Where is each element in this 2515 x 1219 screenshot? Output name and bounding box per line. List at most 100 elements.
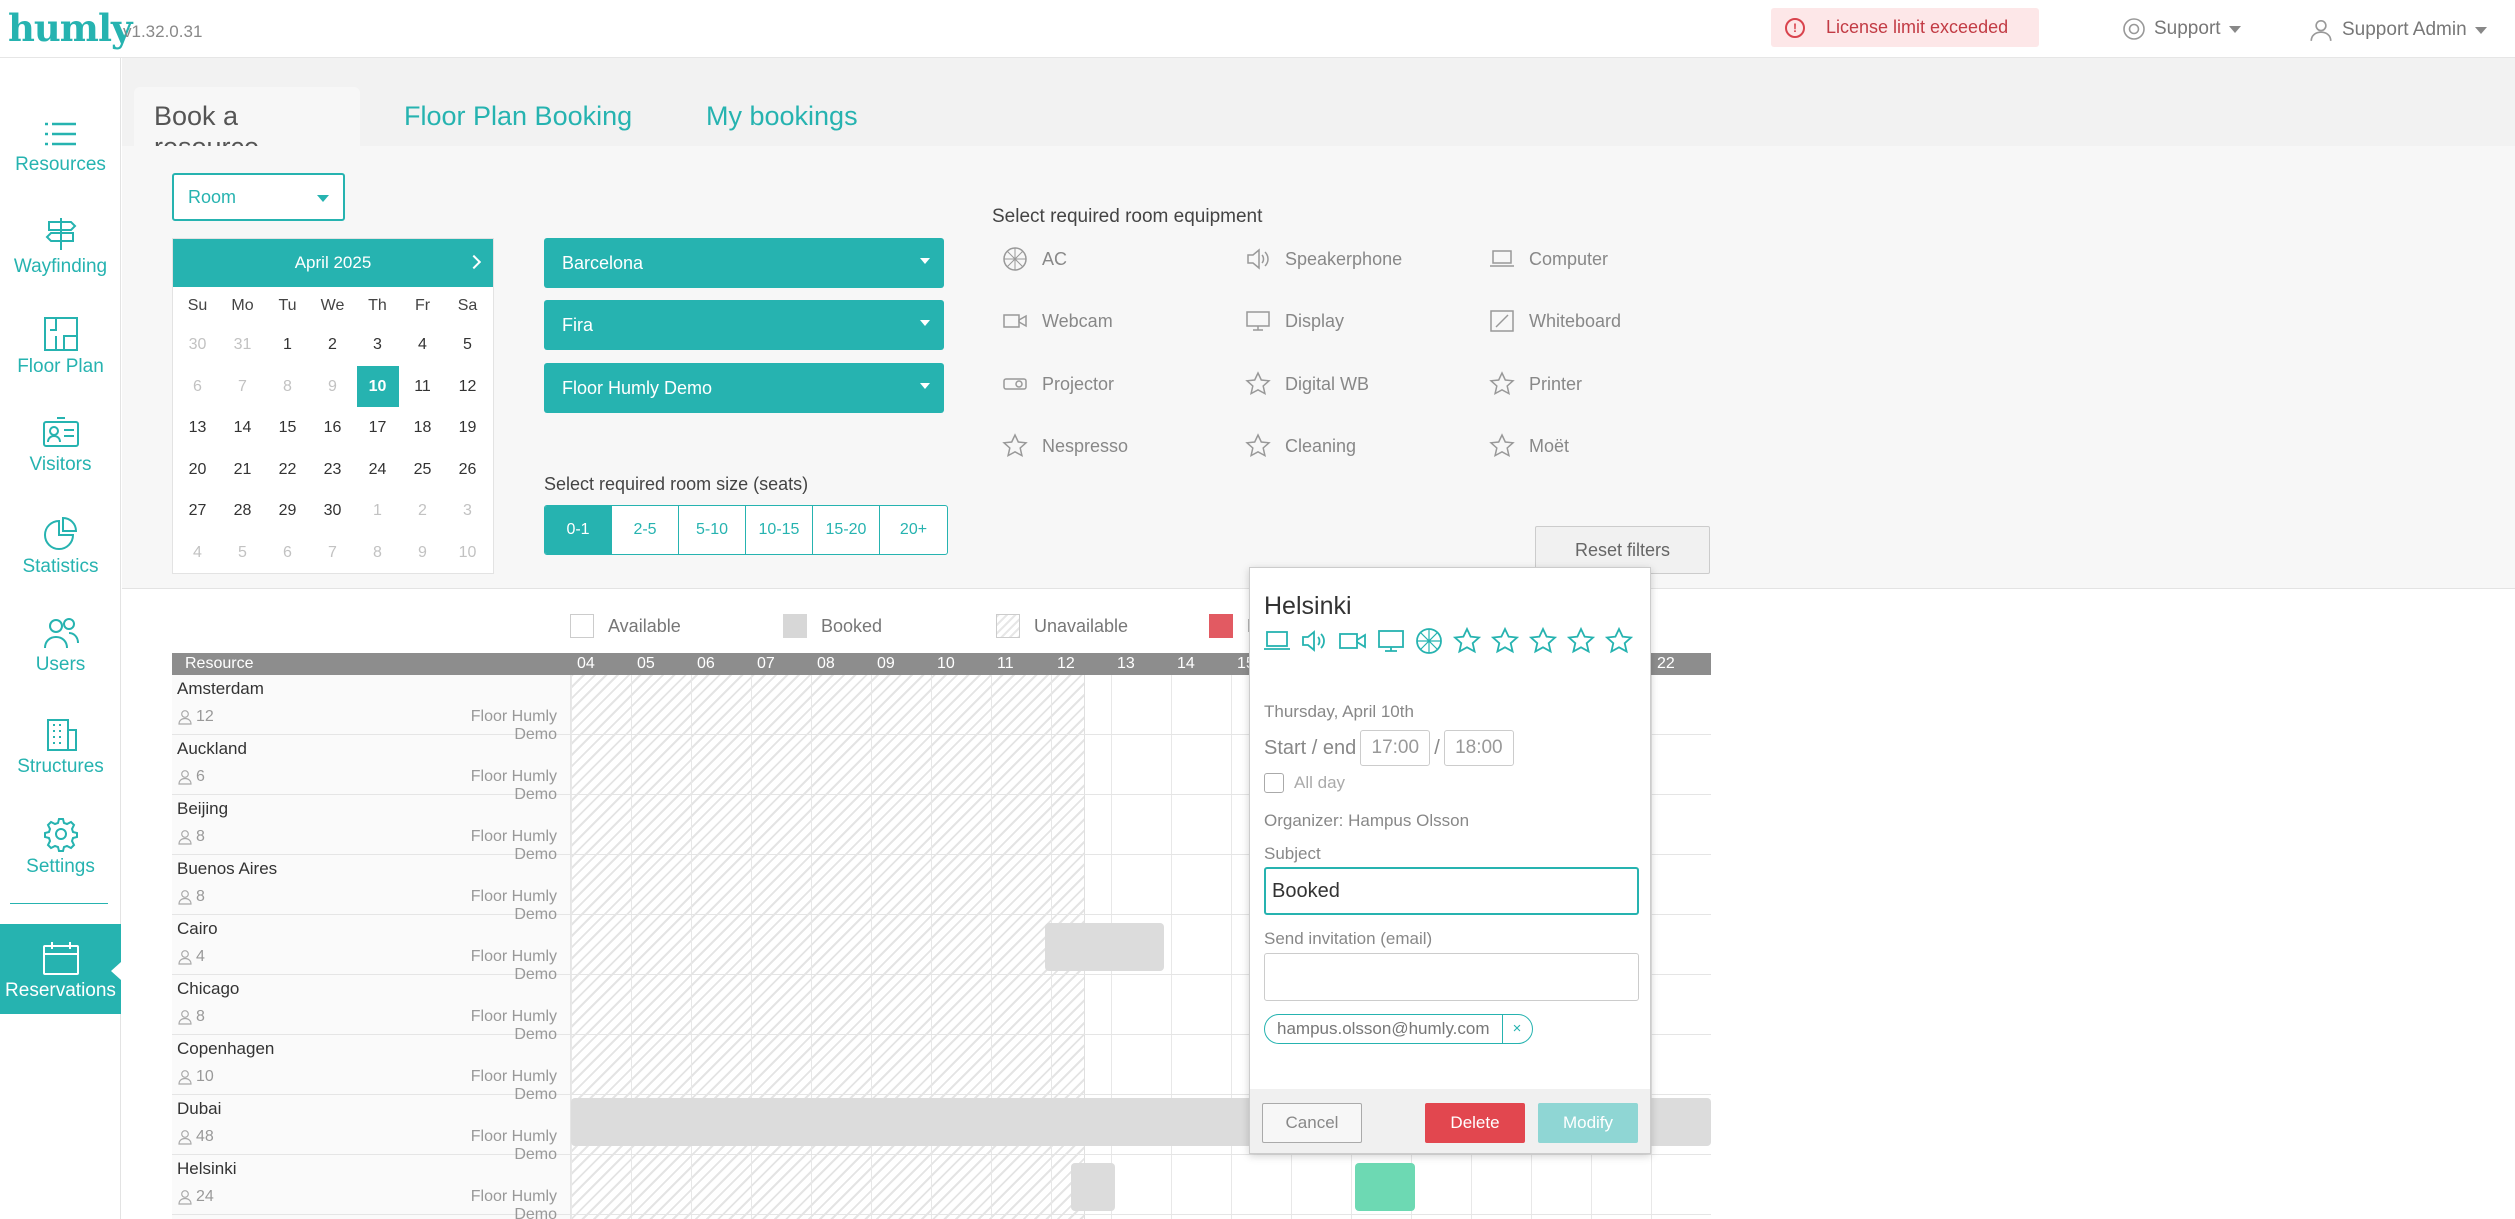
calendar-day[interactable]: 12: [445, 366, 490, 408]
calendar-day[interactable]: 9: [310, 366, 355, 408]
equipment-cleaning[interactable]: Cleaning: [1245, 433, 1356, 459]
resource-type-select[interactable]: Room: [172, 173, 345, 221]
calendar-day[interactable]: 27: [175, 490, 220, 532]
tab-book-a-resource[interactable]: Book a resource: [134, 87, 360, 162]
calendar-day[interactable]: 17: [355, 407, 400, 449]
calendar-day[interactable]: 30: [175, 324, 220, 366]
sidebar-item-settings[interactable]: Settings: [0, 816, 121, 906]
floor-select[interactable]: Floor Humly Demo: [544, 363, 944, 413]
sidebar-item-structures[interactable]: Structures: [0, 716, 121, 806]
equipment-display[interactable]: Display: [1245, 308, 1344, 334]
calendar-day[interactable]: 2: [310, 324, 355, 366]
sidebar-item-visitors[interactable]: Visitors: [0, 416, 121, 506]
calendar-day[interactable]: 29: [265, 490, 310, 532]
calendar-day[interactable]: 30: [310, 490, 355, 532]
building-select[interactable]: Fira: [544, 300, 944, 350]
calendar-day[interactable]: 2: [400, 490, 445, 532]
all-day-checkbox[interactable]: [1264, 773, 1284, 793]
chevron-right-icon[interactable]: [466, 254, 482, 270]
invitation-email-input[interactable]: [1264, 953, 1639, 1001]
sidebar-item-statistics[interactable]: Statistics: [0, 516, 121, 606]
cancel-button[interactable]: Cancel: [1262, 1103, 1362, 1143]
size-option[interactable]: 5-10: [679, 506, 746, 554]
equipment-whiteboard[interactable]: Whiteboard: [1489, 308, 1621, 334]
calendar-day[interactable]: 5: [445, 324, 490, 366]
calendar-day[interactable]: 24: [355, 449, 400, 491]
resource-name: Amsterdam: [177, 679, 264, 698]
resource-row[interactable]: Helsinki 24 Floor Humly Demo: [172, 1155, 1711, 1219]
equipment-projector[interactable]: Projector: [1002, 371, 1114, 397]
sidebar-item-reservations[interactable]: Reservations: [0, 924, 121, 1014]
sidebar-item-floor-plan[interactable]: Floor Plan: [0, 316, 121, 406]
calendar-day[interactable]: 3: [355, 324, 400, 366]
calendar-day[interactable]: 10: [355, 365, 400, 408]
calendar-day[interactable]: 11: [400, 366, 445, 408]
equipment-speakerphone[interactable]: Speakerphone: [1245, 246, 1402, 272]
booking-block[interactable]: [1045, 923, 1164, 971]
tab-floor-plan-booking[interactable]: Floor Plan Booking: [384, 87, 652, 146]
calendar-day[interactable]: 25: [400, 449, 445, 491]
legend-available: Available: [570, 614, 681, 638]
calendar-day[interactable]: 6: [265, 532, 310, 574]
end-time-input[interactable]: 18:00: [1443, 730, 1514, 766]
calendar-day[interactable]: 7: [220, 366, 265, 408]
calendar-day[interactable]: 9: [400, 532, 445, 574]
calendar-day[interactable]: 14: [220, 407, 265, 449]
equipment-digital-wb[interactable]: Digital WB: [1245, 371, 1369, 397]
list-icon: [44, 122, 76, 146]
equipment-printer[interactable]: Printer: [1489, 371, 1582, 397]
equipment-label: Nespresso: [1042, 435, 1129, 456]
humly-logo[interactable]: humly: [8, 6, 133, 50]
calendar-day[interactable]: 1: [265, 324, 310, 366]
calendar-day[interactable]: 22: [265, 449, 310, 491]
remove-invitee-icon[interactable]: ×: [1501, 1015, 1532, 1043]
size-option[interactable]: 0-1: [545, 506, 612, 554]
calendar-day[interactable]: 21: [220, 449, 265, 491]
tab-my-bookings[interactable]: My bookings: [686, 87, 878, 146]
calendar-day[interactable]: 26: [445, 449, 490, 491]
calendar-day[interactable]: 31: [220, 324, 265, 366]
country-select[interactable]: Barcelona: [544, 238, 944, 288]
calendar-day[interactable]: 15: [265, 407, 310, 449]
start-time-input[interactable]: 17:00: [1360, 730, 1431, 766]
calendar-day[interactable]: 13: [175, 407, 220, 449]
calendar-day[interactable]: 28: [220, 490, 265, 532]
equipment-nespresso[interactable]: Nespresso: [1002, 433, 1128, 459]
calendar-day[interactable]: 8: [355, 532, 400, 574]
calendar-day[interactable]: 8: [265, 366, 310, 408]
sidebar-item-users[interactable]: Users: [0, 616, 121, 706]
calendar-day[interactable]: 7: [310, 532, 355, 574]
modify-button[interactable]: Modify: [1538, 1103, 1638, 1143]
size-option[interactable]: 10-15: [746, 506, 813, 554]
calendar-day[interactable]: 23: [310, 449, 355, 491]
booking-block[interactable]: [1071, 1163, 1115, 1211]
calendar-day[interactable]: 18: [400, 407, 445, 449]
calendar-day[interactable]: 16: [310, 407, 355, 449]
support-menu[interactable]: Support: [2122, 17, 2241, 41]
calendar-day[interactable]: 20: [175, 449, 220, 491]
calendar-day[interactable]: 3: [445, 490, 490, 532]
size-option[interactable]: 15-20: [813, 506, 880, 554]
equipment-webcam[interactable]: Webcam: [1002, 308, 1113, 334]
sidebar-item-label: Statistics: [22, 556, 99, 577]
equipment-computer[interactable]: Computer: [1489, 246, 1608, 272]
user-menu[interactable]: Support Admin: [2308, 17, 2487, 43]
sidebar-item-resources[interactable]: Resources: [0, 118, 121, 208]
calendar-day[interactable]: 4: [400, 324, 445, 366]
floor-plan-icon: [43, 317, 78, 351]
calendar-day[interactable]: 6: [175, 366, 220, 408]
calendar-day[interactable]: 10: [445, 532, 490, 574]
subject-input[interactable]: Booked: [1264, 867, 1639, 915]
size-option[interactable]: 20+: [880, 506, 947, 554]
sidebar-item-wayfinding[interactable]: Wayfinding: [0, 216, 121, 306]
selected-booking-block[interactable]: [1355, 1163, 1415, 1211]
calendar-day[interactable]: 4: [175, 532, 220, 574]
calendar-day[interactable]: 19: [445, 407, 490, 449]
calendar-day[interactable]: 1: [355, 490, 400, 532]
popover-room-title: Helsinki: [1264, 592, 1352, 620]
size-option[interactable]: 2-5: [612, 506, 679, 554]
calendar-day[interactable]: 5: [220, 532, 265, 574]
equipment-ac[interactable]: AC: [1002, 246, 1067, 272]
equipment-moet[interactable]: Moët: [1489, 433, 1569, 459]
delete-button[interactable]: Delete: [1425, 1103, 1525, 1143]
